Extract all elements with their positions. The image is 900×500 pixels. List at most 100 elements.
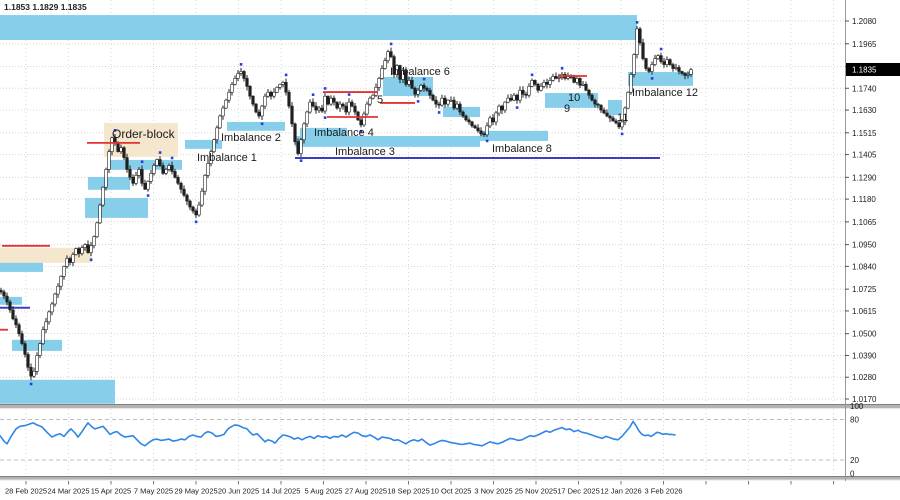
fractal-up-icon [240, 63, 243, 66]
candle-body [435, 100, 438, 104]
candle-body [138, 169, 141, 175]
zone-label[interactable]: Imbalance 2 [221, 132, 281, 144]
fractal-down-icon [261, 122, 264, 125]
zone-label[interactable]: Imbalance 6 [390, 66, 450, 78]
price-tick-label: 1.0840 [852, 262, 877, 271]
candle-body [69, 258, 72, 262]
candle-body [480, 131, 483, 134]
candle-body [123, 148, 126, 158]
candle-body [453, 100, 456, 108]
imbalance-zone[interactable] [12, 340, 62, 351]
price-tick-label: 1.1065 [852, 218, 877, 227]
imbalance-zone[interactable] [0, 262, 43, 272]
candle-body [477, 128, 480, 131]
ohlc-quote: 1.1853 1.1829 1.1835 [4, 2, 87, 12]
candle-body [186, 195, 189, 201]
candle-body [78, 249, 81, 254]
candle-body [258, 112, 261, 116]
candle-body [234, 78, 237, 84]
candle-body [471, 122, 474, 126]
candle-body [336, 102, 339, 108]
imbalance-zone[interactable] [0, 380, 115, 404]
zone-label[interactable]: Imbalance 12 [632, 87, 698, 99]
candle-body [285, 82, 288, 92]
candle-body [468, 120, 471, 122]
time-tick-label: 12 Jan 2026 [600, 487, 641, 496]
zone-label[interactable]: Order-block [112, 127, 176, 141]
candle-body [270, 92, 273, 96]
candle-body [288, 92, 291, 106]
zone-label[interactable]: 11 [617, 112, 628, 124]
candle-body [366, 104, 369, 114]
candle-body [168, 165, 171, 169]
fractal-up-icon [390, 43, 393, 46]
candle-body [126, 158, 129, 170]
osc-scale-label: 0 [850, 470, 855, 479]
fractal-up-icon [141, 160, 144, 163]
fractal-up-icon [531, 74, 534, 77]
candle-body [450, 100, 453, 101]
fractal-up-icon [312, 93, 315, 96]
candle-body [534, 80, 537, 84]
current-price-tag-label: 1.1835 [852, 65, 877, 74]
candle-body [237, 73, 240, 78]
imbalance-zone[interactable] [628, 72, 693, 86]
candle-body [171, 165, 174, 171]
zone-label[interactable]: Imbalance 1 [197, 152, 257, 164]
price-tick-label: 1.1740 [852, 84, 877, 93]
candle-body [192, 207, 195, 211]
zone-label[interactable]: 9 [564, 103, 570, 115]
zone-label[interactable]: 10 [568, 92, 580, 104]
fractal-up-icon [324, 87, 327, 90]
candle-body [444, 98, 447, 104]
zone-label[interactable]: Imbalance 4 [314, 127, 374, 139]
fractal-up-icon [285, 74, 288, 77]
imbalance-zone[interactable] [85, 198, 148, 218]
candle-body [579, 78, 582, 85]
candle-body [315, 106, 318, 110]
candle-body [372, 95, 375, 98]
candle-body [189, 201, 192, 207]
time-tick-label: 10 Oct 2025 [431, 487, 472, 496]
candle-body [654, 59, 657, 65]
candle-body [45, 322, 48, 330]
candle-body [513, 95, 516, 100]
imbalance-zone[interactable] [185, 140, 222, 149]
candle-body [66, 258, 69, 266]
zone-label[interactable]: 5 [377, 94, 383, 106]
candle-body [60, 276, 63, 286]
candle-body [162, 165, 165, 173]
fractal-down-icon [147, 194, 150, 197]
candle-body [588, 90, 591, 95]
candle-body [195, 211, 198, 215]
candle-body [684, 73, 687, 75]
imbalance-zone[interactable] [480, 131, 548, 141]
chart-canvas[interactable]: Order-block Imbalance 1 Imbalance 2 Imbalan… [0, 0, 900, 500]
candle-body [345, 106, 348, 112]
separators-layer [0, 0, 900, 499]
candle-body [147, 181, 150, 189]
time-tick-label: 25 Nov 2025 [515, 487, 558, 496]
candle-body [669, 60, 672, 65]
candle-body [30, 367, 33, 376]
candle-body [117, 143, 120, 152]
price-tick-label: 1.0725 [852, 285, 877, 294]
time-tick-label: 29 May 2025 [174, 487, 217, 496]
zone-label[interactable]: Imbalance 8 [492, 143, 552, 155]
candle-body [633, 55, 636, 75]
candle-body [501, 106, 504, 110]
candle-body [231, 84, 234, 92]
candle-body [666, 60, 669, 65]
candle-body [507, 98, 510, 102]
candle-body [261, 106, 264, 116]
imbalance-zone[interactable] [0, 15, 637, 40]
zone-label[interactable]: Imbalance 3 [335, 146, 395, 158]
candle-body [273, 92, 276, 96]
imbalance-zone[interactable] [88, 177, 130, 190]
candle-body [222, 108, 225, 116]
candle-body [609, 116, 612, 118]
fractal-down-icon [516, 106, 519, 109]
candle-body [456, 104, 459, 108]
time-axis[interactable]: 28 Feb 202524 Mar 202515 Apr 20257 May 2… [0, 481, 900, 500]
imbalance-zone[interactable] [227, 122, 285, 131]
